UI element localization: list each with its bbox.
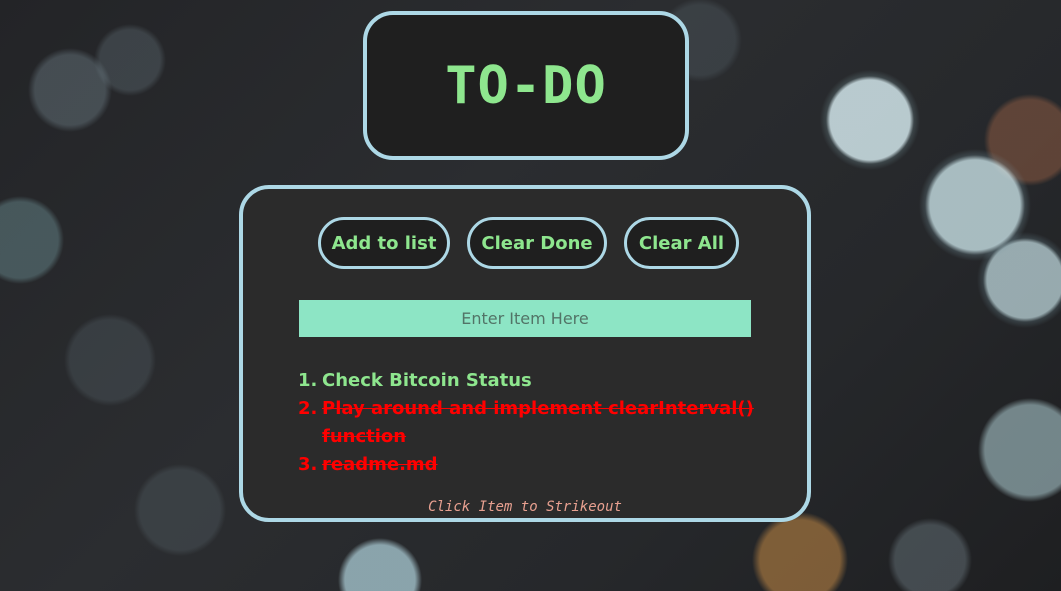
- item-input[interactable]: [299, 300, 751, 337]
- list-item[interactable]: 1. Check Bitcoin Status: [298, 367, 758, 395]
- todo-app-page: { "header": { "title": "TO-DO" }, "toolb…: [0, 0, 1061, 591]
- list-item-text: Check Bitcoin Status: [322, 370, 532, 391]
- todo-list: 1. Check Bitcoin Status 2. Play around a…: [298, 367, 758, 479]
- page-title: TO-DO: [445, 55, 607, 116]
- clear-all-button[interactable]: Clear All: [624, 217, 739, 269]
- list-item[interactable]: 3. readme.md: [298, 451, 758, 479]
- todo-panel: Add to list Clear Done Clear All 1. Chec…: [239, 185, 811, 522]
- add-to-list-button[interactable]: Add to list: [318, 217, 450, 269]
- strikeout-hint: Click Item to Strikeout: [428, 499, 622, 515]
- list-item-number: 2.: [298, 398, 318, 419]
- list-item[interactable]: 2. Play around and implement clearInterv…: [298, 395, 758, 451]
- list-item-text: readme.md: [322, 454, 438, 475]
- title-card: TO-DO: [363, 11, 689, 160]
- clear-done-button[interactable]: Clear Done: [467, 217, 607, 269]
- list-item-number: 3.: [298, 454, 318, 475]
- list-item-text: Play around and implement clearInterval(…: [322, 398, 754, 447]
- list-item-number: 1.: [298, 370, 318, 391]
